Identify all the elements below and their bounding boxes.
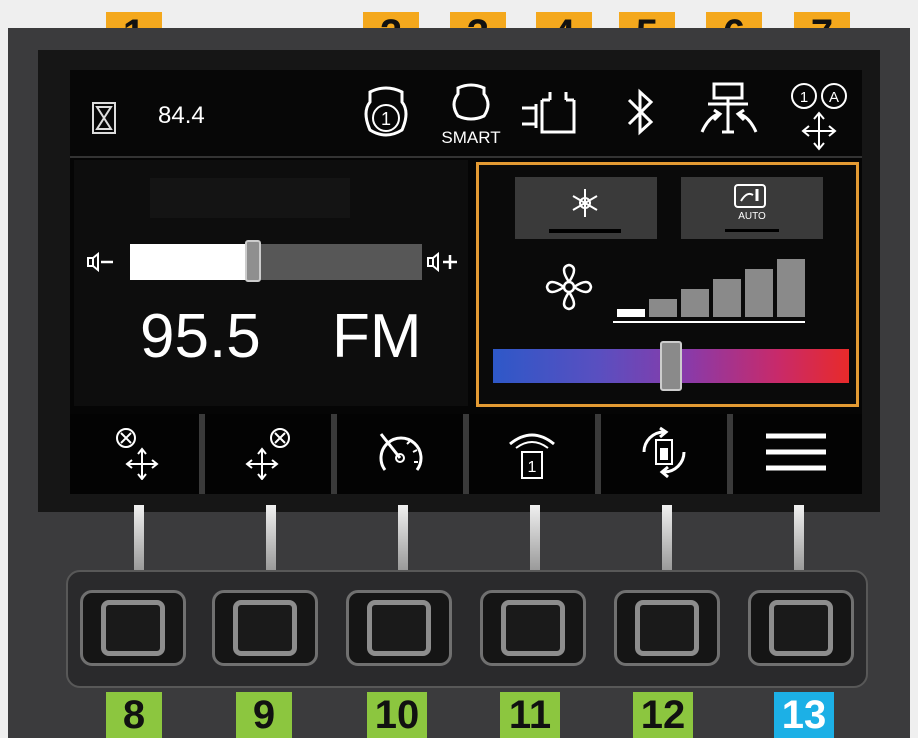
speed-dial-icon: [369, 424, 431, 484]
softkey-joystick-x-left[interactable]: [70, 414, 202, 494]
button-guide: [134, 505, 144, 570]
svg-text:1: 1: [800, 89, 808, 106]
engine-mode-1-icon[interactable]: 1: [360, 82, 412, 146]
hydraulic-joystick-icon[interactable]: [694, 78, 774, 148]
volume-slider-thumb[interactable]: [244, 240, 261, 282]
button-guide: [530, 505, 540, 570]
ac-indicator: [549, 229, 621, 233]
bluetooth-icon[interactable]: [625, 86, 655, 142]
svg-text:1: 1: [528, 459, 537, 476]
radio-band: FM: [332, 302, 422, 371]
joystick-x-left-icon: [106, 424, 166, 484]
callout-13: 13: [774, 692, 834, 738]
temperature-slider-thumb[interactable]: [660, 341, 682, 391]
softkey-speed-dial[interactable]: [334, 414, 466, 494]
callout-12: 12: [633, 692, 693, 738]
callout-8: 8: [106, 692, 162, 738]
hardware-button-12[interactable]: [614, 590, 720, 666]
joystick-x-right-icon: [238, 424, 298, 484]
hardware-button-13[interactable]: [748, 590, 854, 666]
fan-speed-bar[interactable]: [617, 309, 645, 317]
transmission-icon[interactable]: [520, 86, 586, 146]
auto-rotate-icon: [634, 422, 694, 486]
fan-speed-bars[interactable]: [613, 259, 805, 325]
joystick-mode-1a-icon[interactable]: 1A: [780, 74, 860, 158]
svg-text:A: A: [829, 89, 839, 106]
smart-label: SMART: [441, 128, 501, 147]
button-guide: [266, 505, 276, 570]
ac-button[interactable]: [515, 177, 657, 239]
svg-text:1: 1: [381, 109, 391, 129]
hardware-button-10[interactable]: [346, 590, 452, 666]
radio-frequency: 95.5: [140, 302, 261, 371]
softkey-joystick-x-right[interactable]: [202, 414, 334, 494]
fan-speed-bar[interactable]: [777, 259, 805, 317]
softkey-auto-rotate[interactable]: [598, 414, 730, 494]
callout-10: 10: [367, 692, 427, 738]
hardware-button-9[interactable]: [212, 590, 318, 666]
engine-smart-icon[interactable]: SMART: [432, 80, 510, 152]
hours-value: 84.4: [158, 102, 205, 129]
menu-icon: [764, 430, 828, 478]
radio-panel[interactable]: 95.5 FM: [74, 160, 468, 406]
gauge-gear-1-icon: 1: [504, 422, 560, 486]
fan-speed-bar[interactable]: [681, 289, 709, 317]
softkey-gauge-gear[interactable]: 1: [466, 414, 598, 494]
button-guide: [398, 505, 408, 570]
softkey-bar: 1: [70, 414, 862, 494]
button-guide: [662, 505, 672, 570]
volume-up-icon[interactable]: [426, 251, 462, 276]
temperature-slider[interactable]: [493, 341, 849, 391]
callout-11: 11: [500, 692, 560, 738]
status-bar: 84.4 1 SMART 1A: [70, 70, 862, 158]
auto-indicator: [725, 229, 779, 232]
auto-climate-button[interactable]: AUTO: [681, 177, 823, 239]
fan-speed-bar[interactable]: [649, 299, 677, 317]
auto-climate-icon: [733, 183, 767, 213]
callout-9: 9: [236, 692, 292, 738]
hardware-button-11[interactable]: [480, 590, 586, 666]
hardware-button-8[interactable]: [80, 590, 186, 666]
climate-panel[interactable]: AUTO: [476, 162, 859, 407]
fan-speed-bar[interactable]: [713, 279, 741, 317]
volume-down-icon[interactable]: [86, 251, 116, 276]
radio-station-name: [150, 178, 350, 218]
button-guide: [794, 505, 804, 570]
softkey-menu[interactable]: [730, 414, 862, 494]
fan-speed-bar[interactable]: [745, 269, 773, 317]
fan-icon: [543, 261, 595, 317]
volume-slider-fill: [130, 244, 253, 280]
hourglass-icon: [92, 102, 116, 138]
volume-slider[interactable]: [130, 240, 422, 282]
snowflake-icon: [569, 187, 601, 223]
auto-label: AUTO: [738, 211, 766, 222]
